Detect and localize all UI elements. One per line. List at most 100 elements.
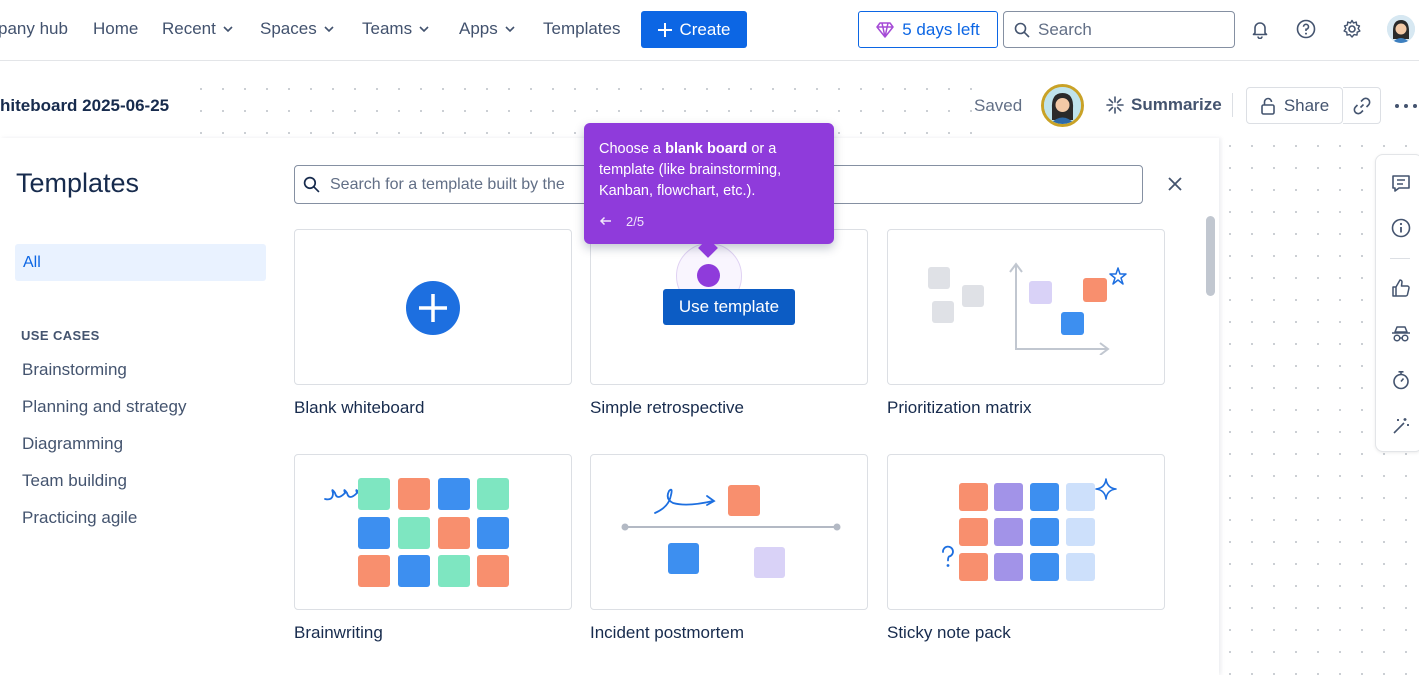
help-button[interactable] [1294, 17, 1318, 41]
use-cases-heading: USE CASES [21, 328, 100, 343]
template-label: Sticky note pack [887, 623, 1011, 642]
close-icon [1168, 177, 1182, 191]
nav-company-hub[interactable]: pany hub [0, 19, 68, 39]
template-label: Simple retrospective [590, 398, 745, 417]
reactions-button[interactable] [1390, 277, 1412, 299]
template-card-incident-postmortem[interactable] [590, 454, 868, 610]
info-button[interactable] [1390, 217, 1412, 239]
category-brainstorming[interactable]: Brainstorming [22, 360, 127, 380]
notifications-button[interactable] [1248, 17, 1272, 41]
nav-recent-label: Recent [162, 19, 216, 38]
comment-icon [1392, 175, 1410, 192]
sticky-note [1030, 483, 1059, 511]
sticky-note [398, 517, 430, 549]
bell-icon [1252, 22, 1268, 39]
category-diagramming[interactable]: Diagramming [22, 434, 123, 454]
search-icon [303, 176, 320, 193]
comments-button[interactable] [1390, 172, 1412, 194]
question-mark-icon [942, 545, 954, 567]
chevron-down-icon [223, 26, 233, 33]
sticky-note [932, 301, 954, 323]
sticky-note [358, 478, 390, 510]
sticky-note [928, 267, 950, 289]
chevron-down-icon [324, 26, 334, 33]
board-title[interactable]: hiteboard 2025-06-25 [0, 96, 169, 116]
more-options-button[interactable] [1392, 94, 1419, 118]
lock-icon [1261, 97, 1275, 115]
template-label: Brainwriting [294, 623, 383, 642]
create-button-label: Create [679, 19, 731, 39]
nav-spaces[interactable]: Spaces [260, 19, 335, 39]
template-card-brainwriting[interactable] [294, 454, 572, 610]
summarize-button[interactable]: Summarize [1105, 95, 1222, 115]
sticky-note [1061, 312, 1084, 335]
sticky-note [994, 553, 1023, 581]
arrow-squiggle-icon [654, 488, 716, 514]
settings-button[interactable] [1340, 17, 1364, 41]
trial-label: 5 days left [902, 19, 980, 39]
sticky-note [959, 483, 988, 511]
template-card-prioritization-matrix[interactable] [887, 229, 1165, 385]
user-avatar-icon [1044, 87, 1081, 124]
share-label: Share [1283, 95, 1330, 115]
more-horizontal-icon [1395, 104, 1417, 108]
incognito-icon [1392, 326, 1410, 342]
share-button[interactable]: Share [1246, 87, 1343, 124]
nav-home[interactable]: Home [93, 19, 138, 39]
sticky-note [994, 483, 1023, 511]
tooltip-text: Choose a blank board or a template (like… [599, 139, 821, 202]
nav-apps[interactable]: Apps [459, 19, 516, 39]
nav-recent[interactable]: Recent [162, 19, 234, 39]
search-icon [1014, 22, 1030, 38]
onboarding-tooltip: Choose a blank board or a template (like… [584, 123, 834, 258]
category-team-building[interactable]: Team building [22, 471, 127, 491]
sticky-note [358, 555, 390, 587]
category-practicing-agile[interactable]: Practicing agile [22, 508, 137, 528]
toolbar-divider [1390, 258, 1410, 259]
info-icon [1391, 218, 1411, 238]
star-icon [1109, 267, 1127, 285]
nav-home-label: Home [93, 19, 139, 38]
trial-button[interactable]: 5 days left [858, 11, 998, 48]
tooltip-back-button[interactable] [599, 214, 612, 229]
template-label: Prioritization matrix [887, 398, 1032, 417]
sticky-note [1030, 518, 1059, 546]
use-template-button[interactable]: Use template [663, 289, 795, 325]
sticky-note [477, 517, 509, 549]
category-all[interactable]: All [15, 244, 266, 281]
create-button[interactable]: Create [641, 11, 747, 48]
sticky-note [668, 543, 699, 574]
global-search-placeholder: Search [1038, 19, 1092, 39]
spy-mode-button[interactable] [1390, 323, 1412, 345]
tooltip-navigation: 2/5 [599, 214, 644, 229]
collaborator-avatar[interactable] [1041, 84, 1084, 127]
sticky-note [398, 555, 430, 587]
sticky-note [962, 285, 984, 307]
template-card-blank-whiteboard[interactable] [294, 229, 572, 385]
panel-scrollbar[interactable] [1206, 216, 1215, 296]
link-icon [1353, 97, 1370, 114]
category-planning-and-strategy[interactable]: Planning and strategy [22, 397, 186, 417]
timeline-line-icon [621, 523, 841, 531]
gear-icon [1343, 19, 1361, 38]
profile-avatar[interactable] [1387, 15, 1415, 43]
saved-status: Saved [974, 96, 1023, 115]
close-templates-button[interactable] [1164, 173, 1186, 195]
nav-templates-label: Templates [543, 19, 621, 38]
timer-button[interactable] [1390, 369, 1412, 391]
templates-panel-title: Templates [16, 168, 140, 198]
sticky-note [1066, 483, 1095, 511]
global-search-input[interactable]: Search [1003, 11, 1235, 48]
magic-button[interactable] [1390, 415, 1412, 437]
nav-teams[interactable]: Teams [362, 19, 430, 39]
template-card-sticky-note-pack[interactable] [887, 454, 1165, 610]
onboarding-beacon[interactable] [697, 264, 720, 287]
template-label: Incident postmortem [590, 623, 745, 642]
sticky-note [1029, 281, 1052, 304]
sticky-note [1030, 553, 1059, 581]
copy-link-button[interactable] [1343, 87, 1381, 124]
sticky-note [1083, 278, 1107, 302]
chevron-down-icon [505, 26, 515, 33]
tooltip-step-counter: 2/5 [626, 214, 645, 229]
nav-templates[interactable]: Templates [543, 19, 620, 39]
